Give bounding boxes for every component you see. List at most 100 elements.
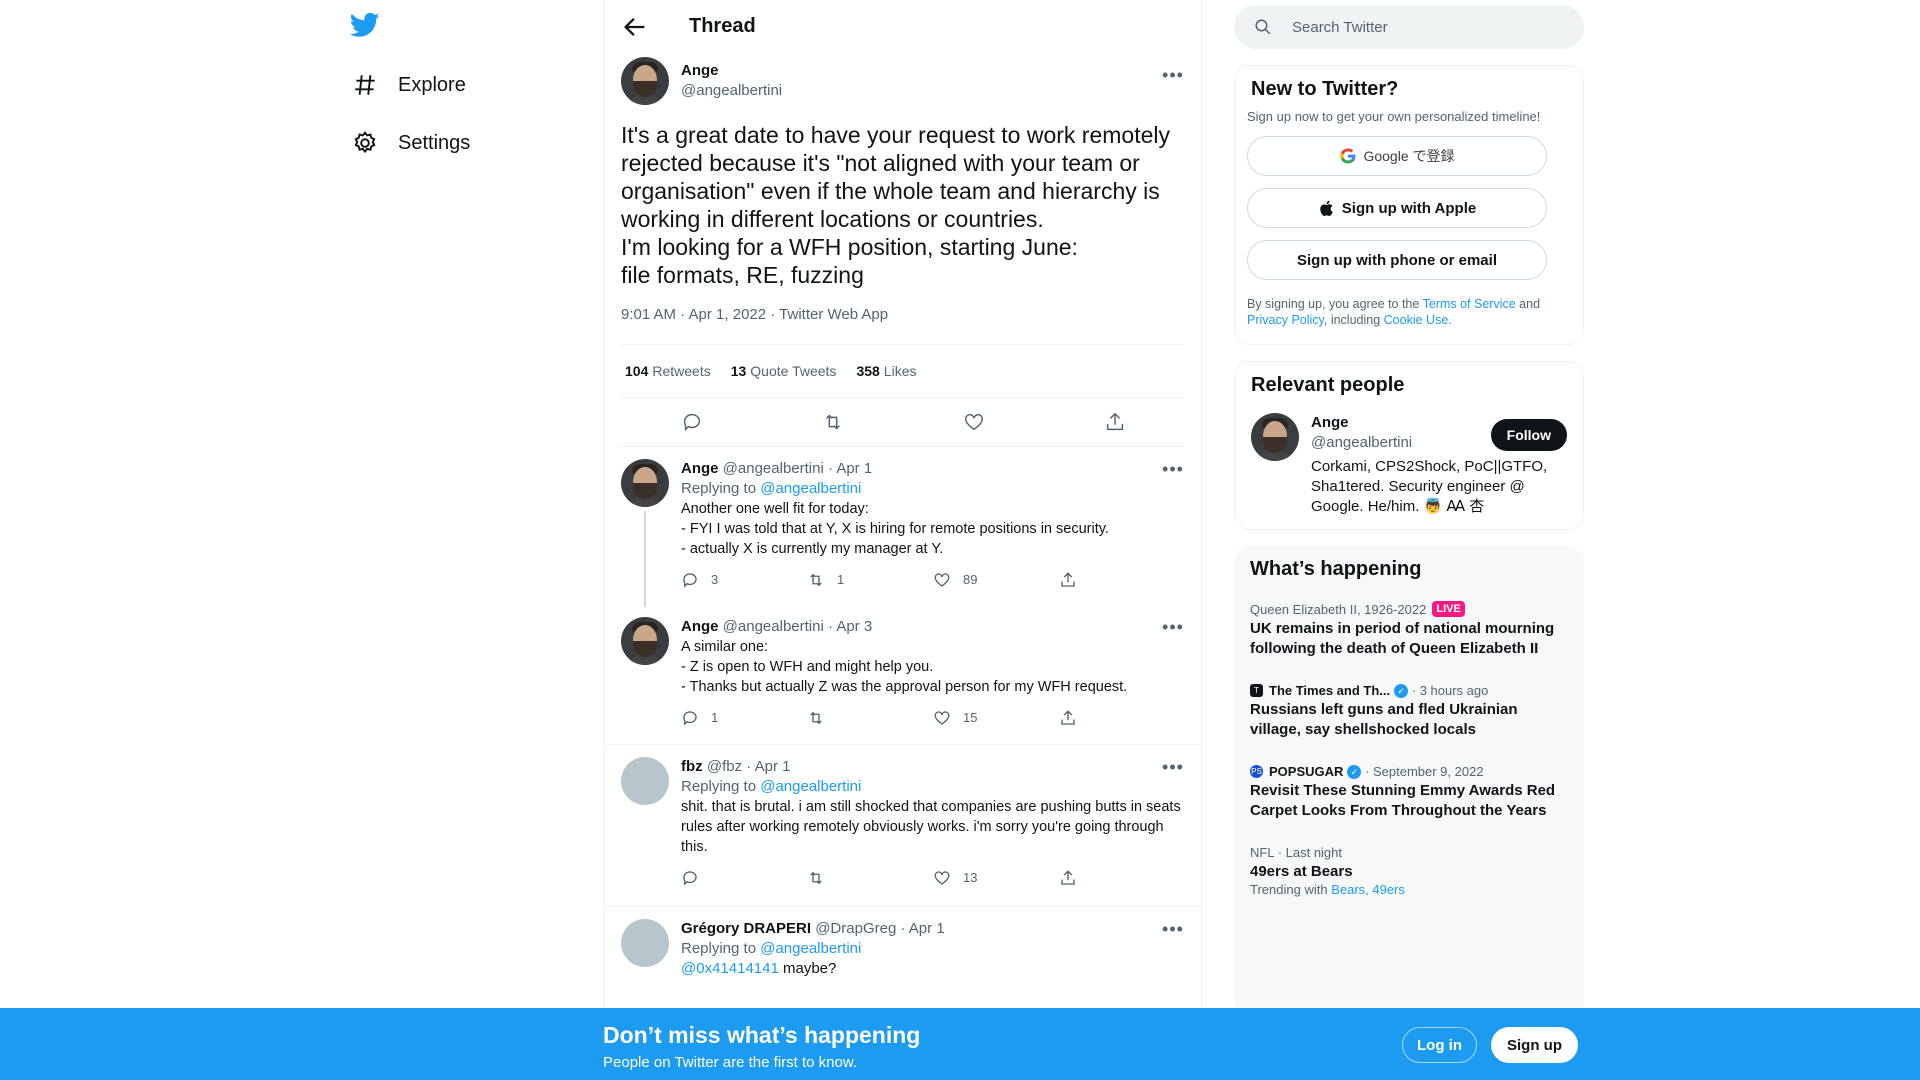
left-sidebar: Explore Settings xyxy=(340,0,600,1080)
login-button[interactable]: Log in xyxy=(1402,1027,1477,1063)
relevant-person[interactable]: Ange @angealbertini Corkami, CPS2Shock, … xyxy=(1235,405,1583,529)
author-name[interactable]: fbz xyxy=(681,758,703,775)
share-button[interactable] xyxy=(1059,869,1185,887)
author-handle[interactable]: @angealbertini xyxy=(723,618,824,635)
reply-tweet[interactable]: ••• Ange @angealbertini · Apr 1 Replying… xyxy=(605,447,1201,607)
share-button[interactable] xyxy=(1059,709,1185,727)
trend-item[interactable]: T The Times and Th... ✓ · 3 hours ago Russ… xyxy=(1234,671,1584,752)
google-signup-button[interactable]: Google で登録 xyxy=(1247,136,1547,176)
avatar[interactable] xyxy=(621,459,669,507)
author-name[interactable]: Grégory DRAPERI xyxy=(681,920,811,937)
reply-text: Another one well fit for today: - FYI I … xyxy=(681,501,1109,557)
replying-to-label: Replying to xyxy=(681,940,757,957)
like-button[interactable]: 15 xyxy=(933,708,1059,728)
follow-button[interactable]: Follow xyxy=(1490,419,1567,451)
twitter-logo-icon[interactable] xyxy=(349,10,384,44)
trend-title: UK remains in period of national mournin… xyxy=(1250,620,1555,657)
trend-item[interactable]: PS POPSUGAR ✓ · September 9, 2022 Revisit … xyxy=(1234,752,1584,833)
reply-button[interactable] xyxy=(681,869,807,887)
author-handle[interactable]: @angealbertini xyxy=(723,460,824,477)
more-options-icon[interactable]: ••• xyxy=(1161,617,1185,641)
search-input[interactable]: Search Twitter xyxy=(1234,5,1584,49)
trending-with-links[interactable]: Bears, 49ers xyxy=(1331,882,1405,897)
hashtag-icon xyxy=(355,75,375,95)
tweet-date[interactable]: · Apr 1 xyxy=(828,460,872,477)
author-handle[interactable]: @angealbertini xyxy=(681,81,782,101)
avatar[interactable] xyxy=(621,757,669,805)
avatar[interactable] xyxy=(1251,413,1299,461)
trend-item[interactable]: NFL · Last night 49ers at Bears Trending… xyxy=(1234,833,1584,909)
tweet-timestamp[interactable]: 9:01 AM · Apr 1, 2022 · Twitter Web App xyxy=(621,305,1185,345)
retweet-button[interactable]: 1 xyxy=(807,570,933,590)
retweet-icon[interactable] xyxy=(822,411,844,433)
trend-item[interactable]: Queen Elizabeth II, 1926-2022 LIVE UK rem… xyxy=(1234,589,1584,671)
search-placeholder: Search Twitter xyxy=(1292,18,1388,36)
reply-count: 3 xyxy=(711,572,719,587)
author-name[interactable]: Ange xyxy=(681,618,719,635)
nav-settings[interactable]: Settings xyxy=(352,130,470,156)
nav-settings-label: Settings xyxy=(398,131,471,154)
replying-to-link[interactable]: @angealbertini xyxy=(760,778,861,795)
retweet-button[interactable] xyxy=(807,709,933,727)
tweet-date[interactable]: · Apr 3 xyxy=(828,618,872,635)
mention-link[interactable]: @0x41414141 xyxy=(681,960,779,977)
avatar[interactable] xyxy=(621,919,669,967)
author-name[interactable]: Ange xyxy=(681,460,719,477)
phone-email-signup-button[interactable]: Sign up with phone or email xyxy=(1247,240,1547,280)
like-button[interactable]: 89 xyxy=(933,570,1059,590)
more-options-icon[interactable]: ••• xyxy=(1161,65,1185,89)
trending-with-label: Trending with xyxy=(1250,882,1328,897)
retweet-button[interactable] xyxy=(807,869,933,887)
avatar[interactable] xyxy=(621,617,669,665)
reply-tweet[interactable]: ••• fbz @fbz · Apr 1 Replying to @angeal… xyxy=(605,745,1201,907)
like-button[interactable]: 13 xyxy=(933,868,1059,888)
share-icon[interactable] xyxy=(1104,411,1126,433)
share-icon xyxy=(1061,572,1075,587)
banner-subtitle: People on Twitter are the first to know. xyxy=(603,1054,858,1071)
verified-badge-icon: ✓ xyxy=(1347,764,1362,779)
quotes-stat[interactable]: 13 Quote Tweets xyxy=(731,363,837,379)
trend-source: POPSUGAR xyxy=(1269,764,1344,779)
replying-to-link[interactable]: @angealbertini xyxy=(760,480,861,497)
reply-icon[interactable] xyxy=(681,411,703,433)
signup-button[interactable]: Sign up xyxy=(1491,1027,1578,1063)
like-icon[interactable] xyxy=(963,411,985,433)
author-handle[interactable]: @fbz xyxy=(707,758,742,775)
trend-title: 49ers at Bears xyxy=(1250,863,1353,880)
tweet-text: It's a great date to have your request t… xyxy=(621,122,1171,288)
tos-text-1: By signing up, you agree to the xyxy=(1247,297,1420,311)
nav-explore[interactable]: Explore xyxy=(352,72,466,98)
share-icon xyxy=(1061,710,1075,725)
likes-stat[interactable]: 358 Likes xyxy=(856,363,916,379)
replying-to-link[interactable]: @angealbertini xyxy=(760,940,861,957)
person-bio: Corkami, CPS2Shock, PoC||GTFO, Sha1tered… xyxy=(1311,458,1548,515)
tweet-date[interactable]: · Apr 1 xyxy=(746,758,790,775)
search-icon xyxy=(1255,19,1271,35)
share-button[interactable] xyxy=(1059,571,1185,589)
reply-button[interactable]: 1 xyxy=(681,708,807,728)
avatar[interactable] xyxy=(621,57,669,105)
more-options-icon[interactable]: ••• xyxy=(1161,459,1185,483)
retweets-stat[interactable]: 104 Retweets xyxy=(625,363,711,379)
terms-text: By signing up, you agree to the Terms of… xyxy=(1235,280,1583,344)
back-arrow-icon[interactable] xyxy=(621,13,649,41)
cookie-use-link[interactable]: Cookie Use. xyxy=(1384,313,1452,327)
tweet-date[interactable]: · Apr 1 xyxy=(900,920,944,937)
terms-of-service-link[interactable]: Terms of Service xyxy=(1423,297,1516,311)
popsugar-icon: PS xyxy=(1250,765,1263,778)
reply-tweet[interactable]: ••• Ange @angealbertini · Apr 3 A simila… xyxy=(605,605,1201,745)
privacy-policy-link[interactable]: Privacy Policy xyxy=(1247,313,1324,327)
tos-text-2: and xyxy=(1519,297,1541,311)
reply-button[interactable]: 3 xyxy=(681,570,807,590)
retweet-icon xyxy=(810,871,822,885)
more-options-icon[interactable]: ••• xyxy=(1161,919,1185,943)
verified-badge-icon: ✓ xyxy=(1394,683,1409,698)
author-name[interactable]: Ange xyxy=(681,61,782,81)
like-count: 13 xyxy=(963,870,978,885)
live-badge: LIVE xyxy=(1432,601,1465,617)
more-options-icon[interactable]: ••• xyxy=(1161,757,1185,781)
author-handle[interactable]: @DrapGreg xyxy=(815,920,896,937)
apple-icon xyxy=(1320,200,1333,216)
retweet-icon xyxy=(810,573,822,587)
apple-signup-button[interactable]: Sign up with Apple xyxy=(1247,188,1547,228)
